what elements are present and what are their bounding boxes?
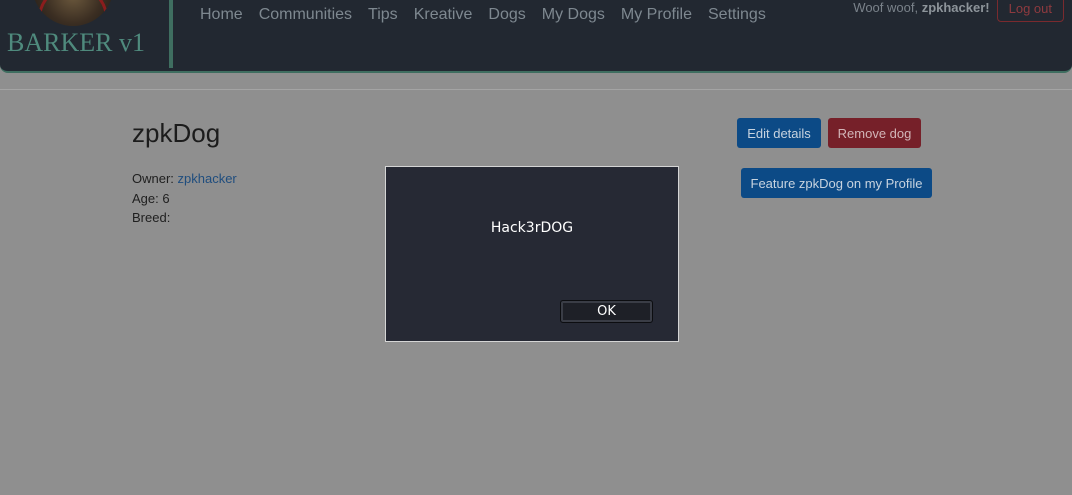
nav-link-communities[interactable]: Communities bbox=[251, 5, 360, 25]
brand-divider bbox=[169, 0, 173, 68]
alert-dialog: Hack3rDOG OK bbox=[385, 166, 679, 342]
age-label: Age: bbox=[132, 190, 163, 206]
age-value: 6 bbox=[162, 190, 170, 206]
header-divider bbox=[0, 89, 1072, 90]
edit-details-button[interactable]: Edit details bbox=[737, 118, 821, 148]
user-greeting: Woof woof, zpkhacker! bbox=[853, 0, 989, 15]
nav-link-home[interactable]: Home bbox=[192, 5, 251, 25]
dog-name-heading: zpkDog bbox=[132, 118, 221, 148]
greeting-text: Woof woof, bbox=[853, 0, 922, 15]
feature-dog-button[interactable]: Feature zpkDog on my Profile bbox=[741, 168, 932, 198]
owner-row: Owner: zpkhacker bbox=[132, 169, 237, 189]
alert-ok-button[interactable]: OK bbox=[560, 300, 653, 323]
nav-link-my-dogs[interactable]: My Dogs bbox=[534, 5, 613, 25]
top-navbar: BARKER v1 Home Communities Tips Kreative… bbox=[0, 0, 1072, 73]
nav-links: Home Communities Tips Kreative Dogs My D… bbox=[192, 5, 774, 25]
user-area: Woof woof, zpkhacker! Log out bbox=[853, 0, 1064, 22]
logout-button[interactable]: Log out bbox=[996, 0, 1064, 22]
breed-row: Breed: bbox=[132, 208, 237, 228]
nav-link-kreative[interactable]: Kreative bbox=[406, 5, 481, 25]
breed-label: Breed: bbox=[132, 210, 171, 225]
nav-link-settings[interactable]: Settings bbox=[700, 5, 774, 25]
owner-link[interactable]: zpkhacker bbox=[178, 171, 237, 186]
dog-info: Owner: zpkhacker Age: 6 Breed: bbox=[132, 169, 237, 228]
greeting-suffix: ! bbox=[985, 0, 990, 15]
age-row: Age: 6 bbox=[132, 189, 237, 209]
greeting-username: zpkhacker bbox=[921, 0, 986, 15]
brand-name: BARKER v1 bbox=[7, 28, 145, 57]
remove-dog-button[interactable]: Remove dog bbox=[828, 118, 921, 148]
brand[interactable]: BARKER v1 bbox=[0, 0, 172, 68]
nav-link-tips[interactable]: Tips bbox=[360, 5, 406, 25]
nav-link-dogs[interactable]: Dogs bbox=[480, 5, 533, 25]
owner-label: Owner: bbox=[132, 171, 178, 186]
dog-logo-icon bbox=[32, 0, 114, 26]
alert-message: Hack3rDOG bbox=[490, 220, 574, 236]
nav-link-my-profile[interactable]: My Profile bbox=[613, 5, 700, 25]
